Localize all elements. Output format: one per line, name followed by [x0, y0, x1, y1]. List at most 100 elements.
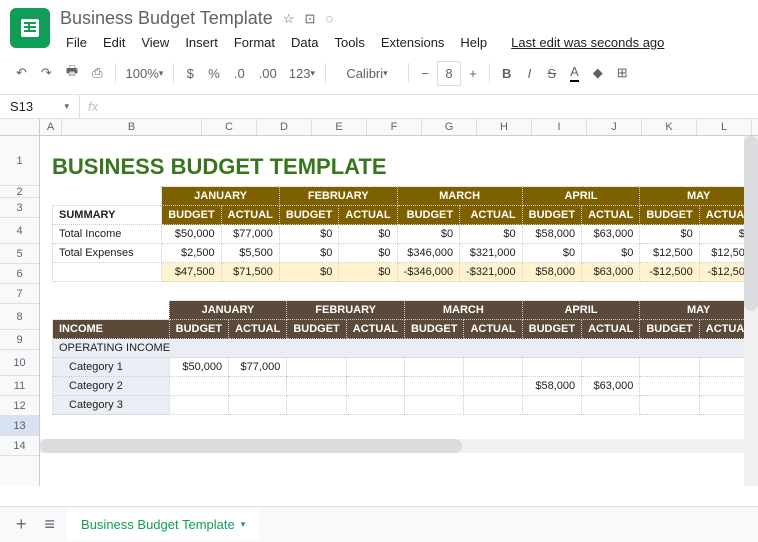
row-header[interactable]: 2 [0, 186, 39, 198]
cell[interactable] [640, 358, 699, 377]
number-format-dropdown[interactable]: 123 [285, 64, 319, 83]
menu-help[interactable]: Help [454, 33, 493, 52]
row-header[interactable]: 11 [0, 376, 39, 396]
cell[interactable]: -$12,500 [640, 263, 699, 282]
cell[interactable]: $77,000 [229, 358, 287, 377]
row-header[interactable]: 7 [0, 284, 39, 304]
cell[interactable]: $71,500 [221, 263, 279, 282]
cell[interactable] [346, 396, 404, 415]
cell[interactable]: $63,000 [582, 263, 640, 282]
paint-format-icon[interactable]: ⎙ [86, 61, 108, 85]
cell[interactable]: $63,000 [582, 377, 640, 396]
row-header[interactable]: 14 [0, 436, 39, 456]
cell[interactable]: $0 [279, 225, 338, 244]
column-header[interactable]: J [587, 119, 642, 135]
column-header[interactable]: E [312, 119, 367, 135]
column-headers[interactable]: ABCDEFGHIJKL [0, 119, 758, 136]
borders-icon[interactable]: ⊞ [611, 61, 634, 85]
cell[interactable] [464, 396, 522, 415]
column-header[interactable]: A [40, 119, 62, 135]
cell[interactable]: $58,000 [522, 377, 581, 396]
menu-tools[interactable]: Tools [328, 33, 370, 52]
menu-format[interactable]: Format [228, 33, 281, 52]
last-edit-link[interactable]: Last edit was seconds ago [505, 33, 670, 52]
cell[interactable] [464, 377, 522, 396]
menu-file[interactable]: File [60, 33, 93, 52]
move-icon[interactable]: ⊡ [304, 11, 315, 27]
cell[interactable] [640, 377, 699, 396]
cloud-icon[interactable]: ◌ [325, 11, 333, 27]
cell[interactable] [404, 377, 463, 396]
horizontal-scrollbar[interactable] [40, 439, 744, 453]
cell[interactable]: $2,500 [162, 244, 221, 263]
cell[interactable]: $0 [522, 244, 581, 263]
cell[interactable]: $0 [279, 263, 338, 282]
percent-icon[interactable]: % [202, 62, 226, 85]
column-header[interactable]: G [422, 119, 477, 135]
cell[interactable]: $5,500 [221, 244, 279, 263]
vertical-scrollbar[interactable] [744, 136, 758, 486]
font-dropdown[interactable]: Calibri [332, 64, 402, 83]
cell[interactable] [346, 377, 404, 396]
text-color-icon[interactable]: A [564, 60, 585, 86]
cell[interactable]: $12,500 [640, 244, 699, 263]
sheet-tab[interactable]: Business Budget Template [67, 509, 259, 540]
column-header[interactable]: B [62, 119, 202, 135]
menu-data[interactable]: Data [285, 33, 324, 52]
row-header[interactable]: 12 [0, 396, 39, 416]
cell[interactable] [229, 396, 287, 415]
add-sheet-icon[interactable]: + [10, 508, 33, 541]
cell[interactable] [287, 358, 346, 377]
cell[interactable]: $0 [582, 244, 640, 263]
document-title[interactable]: Business Budget Template [60, 8, 273, 29]
menu-view[interactable]: View [135, 33, 175, 52]
column-header[interactable]: F [367, 119, 422, 135]
name-box[interactable]: S13 [0, 95, 80, 118]
zoom-dropdown[interactable]: 100% [122, 64, 168, 83]
cell[interactable] [229, 377, 287, 396]
cell[interactable]: -$321,000 [460, 263, 523, 282]
cell[interactable]: $0 [339, 225, 397, 244]
cell[interactable]: $0 [460, 225, 523, 244]
cell[interactable] [169, 396, 228, 415]
row-header[interactable]: 3 [0, 198, 39, 218]
cell[interactable] [169, 377, 228, 396]
print-icon[interactable]: 🖶 [60, 58, 84, 88]
fill-color-icon[interactable]: ◆ [587, 61, 609, 85]
font-size-input[interactable]: 8 [437, 61, 461, 86]
cell[interactable]: $50,000 [169, 358, 228, 377]
cell[interactable]: $47,500 [162, 263, 221, 282]
cell[interactable] [287, 377, 346, 396]
cell[interactable]: $77,000 [221, 225, 279, 244]
menu-extensions[interactable]: Extensions [375, 33, 451, 52]
font-size-decrease[interactable]: − [415, 62, 435, 85]
cell[interactable]: $58,000 [522, 263, 581, 282]
cell[interactable]: $0 [640, 225, 699, 244]
cell[interactable] [522, 396, 581, 415]
cell[interactable]: $346,000 [397, 244, 460, 263]
cell[interactable]: $0 [339, 244, 397, 263]
cell[interactable] [346, 358, 404, 377]
cell[interactable] [640, 396, 699, 415]
cell[interactable] [404, 396, 463, 415]
font-size-increase[interactable]: + [463, 62, 483, 85]
italic-icon[interactable]: I [519, 62, 539, 85]
decrease-decimal-icon[interactable]: .0 [228, 62, 251, 85]
row-header[interactable]: 13 [0, 416, 39, 436]
column-header[interactable]: I [532, 119, 587, 135]
cell[interactable]: $0 [339, 263, 397, 282]
star-icon[interactable]: ☆ [283, 11, 295, 27]
currency-icon[interactable]: $ [180, 62, 200, 85]
cell[interactable] [404, 358, 463, 377]
increase-decimal-icon[interactable]: .00 [253, 62, 283, 85]
sheets-logo[interactable] [10, 8, 50, 48]
column-header[interactable]: C [202, 119, 257, 135]
row-header[interactable]: 4 [0, 218, 39, 244]
row-headers[interactable]: 1234567891011121314 [0, 136, 40, 486]
undo-icon[interactable]: ↶ [10, 61, 33, 85]
cell[interactable] [464, 358, 522, 377]
row-header[interactable]: 8 [0, 304, 39, 330]
cell[interactable]: $0 [279, 244, 338, 263]
row-header[interactable]: 1 [0, 136, 39, 186]
row-header[interactable]: 6 [0, 264, 39, 284]
